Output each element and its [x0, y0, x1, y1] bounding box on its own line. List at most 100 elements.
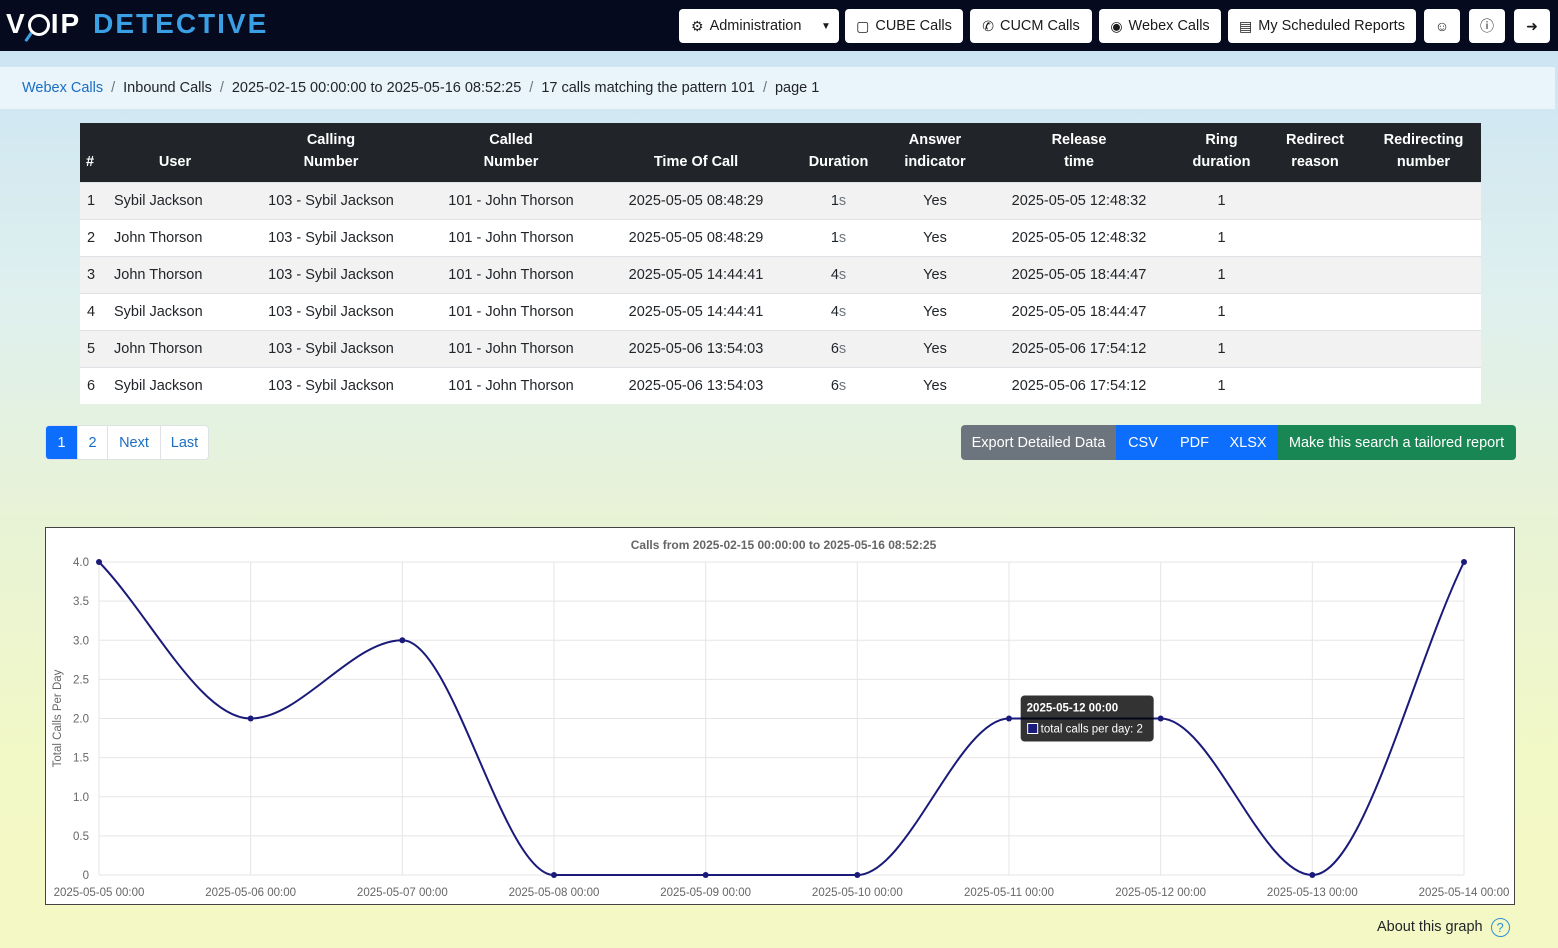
column-header-line2: User — [158, 153, 192, 170]
about-graph[interactable]: About this graph ? — [1377, 915, 1510, 939]
webex-calls-label: Webex Calls — [1128, 18, 1210, 34]
column-header-line2: time — [1064, 153, 1094, 170]
data-point[interactable] — [1309, 872, 1316, 878]
column-header-line1 — [86, 129, 104, 151]
redirect-reason-cell — [1264, 366, 1366, 404]
cube-calls-button[interactable]: ▢ CUBE Calls — [845, 9, 963, 43]
column-header-redirect-reason[interactable]: Redirect reason — [1264, 123, 1366, 182]
y-tick-label: 3.0 — [73, 635, 89, 647]
column-header-line2: indicator — [904, 153, 966, 170]
data-point[interactable] — [1461, 559, 1467, 565]
page-2-link[interactable]: 2 — [77, 426, 107, 459]
release-time-cell: 2025-05-05 12:48:32 — [979, 218, 1179, 256]
page-1-link[interactable]: 1 — [46, 426, 77, 459]
column-header-line2: # — [86, 153, 95, 170]
table-row[interactable]: 5 John Thorson 103 - Sybil Jackson 101 - Jo… — [80, 329, 1481, 367]
x-tick-label: 2025-05-11 00:00 — [964, 887, 1054, 899]
data-point[interactable] — [1157, 715, 1164, 722]
column-header-ring-duration[interactable]: Ring duration — [1179, 123, 1264, 182]
profile-button[interactable]: ☺ — [1424, 9, 1460, 43]
row-index: 1 — [80, 181, 104, 219]
duration-unit: s — [838, 303, 847, 320]
brand-logo-v: V — [6, 8, 27, 39]
calls-chart: Calls from 2025-02-15 00:00:00 to 2025-0… — [45, 527, 1515, 905]
calling-number-cell: 103 - Sybil Jackson — [246, 292, 416, 330]
help-circle-icon[interactable]: ? — [1490, 917, 1510, 937]
logout-icon: ➜ — [1526, 18, 1538, 34]
xlsx-button[interactable]: XLSX — [1219, 425, 1277, 460]
csv-button[interactable]: CSV — [1116, 425, 1170, 460]
data-point[interactable] — [96, 559, 102, 565]
administration-button[interactable]: ⚙ Administration ▼ — [679, 9, 839, 43]
table-row[interactable]: 6 Sybil Jackson 103 - Sybil Jackson 101 - J… — [80, 366, 1481, 404]
column-header-redirecting-number[interactable]: Redirecting number — [1366, 123, 1481, 182]
y-tick-label: 3.5 — [73, 596, 89, 608]
y-tick-label: 4.0 — [73, 557, 89, 569]
help-button[interactable]: ⓘ — [1469, 9, 1505, 43]
row-index: 5 — [80, 329, 104, 367]
duration-value: 4 — [830, 303, 839, 320]
breadcrumb-separator: / — [111, 80, 116, 96]
data-point[interactable] — [854, 872, 861, 878]
table-row[interactable]: 1 Sybil Jackson 103 - Sybil Jackson 101 - J… — [80, 181, 1481, 219]
breadcrumb-separator: / — [762, 80, 767, 96]
column-header-duration[interactable]: Duration — [786, 123, 891, 182]
tooltip-title: 2025-05-12 00:00 — [1027, 703, 1118, 715]
pdf-button[interactable]: PDF — [1170, 425, 1219, 460]
x-tick-label: 2025-05-09 00:00 — [660, 887, 751, 899]
next-page-link[interactable]: Next — [107, 426, 160, 459]
breadcrumb-separator: / — [219, 80, 224, 96]
column-header-release-time[interactable]: Release time — [979, 123, 1179, 182]
y-tick-label: 1.0 — [73, 792, 89, 804]
ring-duration-cell: 1 — [1179, 292, 1264, 330]
duration-unit: s — [838, 266, 847, 283]
table-row[interactable]: 4 Sybil Jackson 103 - Sybil Jackson 101 - J… — [80, 292, 1481, 330]
column-header-line1: Calling — [306, 131, 356, 148]
column-header-answer-indicator[interactable]: Answer indicator — [891, 123, 979, 182]
data-point[interactable] — [551, 872, 557, 878]
column-header-calling-number[interactable]: Calling Number — [246, 123, 416, 182]
redirecting-number-cell — [1366, 366, 1481, 404]
logout-button[interactable]: ➜ — [1514, 9, 1550, 43]
data-point[interactable] — [1006, 715, 1012, 722]
time-of-call-cell: 2025-05-05 14:44:41 — [606, 255, 786, 293]
row-index: 2 — [80, 218, 104, 256]
table-row[interactable]: 2 John Thorson 103 - Sybil Jackson 101 - Jo… — [80, 218, 1481, 256]
data-point[interactable] — [702, 872, 709, 878]
last-page-link[interactable]: Last — [160, 426, 208, 459]
calls-chart-svg: Calls from 2025-02-15 00:00:00 to 2025-0… — [52, 538, 1509, 899]
brand-logo[interactable]: V IP DETECTIVE — [6, 6, 268, 42]
column-header-line2: number — [1396, 153, 1451, 170]
duration-unit: s — [838, 340, 847, 357]
tailored-report-button[interactable]: Make this search a tailored report — [1277, 425, 1516, 460]
column-header-called-number[interactable]: Called Number — [416, 123, 606, 182]
gear-icon: ⚙ — [691, 18, 704, 34]
called-number-cell: 101 - John Thorson — [416, 366, 606, 404]
column-header-user[interactable]: User — [104, 123, 246, 182]
chevron-down-icon[interactable]: ▼ — [813, 9, 839, 43]
duration-value: 1 — [830, 192, 839, 209]
breadcrumb-webex-calls[interactable]: Webex Calls — [22, 80, 103, 96]
data-point[interactable] — [399, 637, 406, 644]
column-header-index[interactable]: # — [80, 123, 104, 182]
column-header-line1: Redirecting — [1383, 131, 1464, 148]
cucm-calls-button[interactable]: ✆ CUCM Calls — [970, 9, 1092, 43]
column-header-time-of-call[interactable]: Time Of Call — [606, 123, 786, 182]
webex-calls-button[interactable]: ◉ Webex Calls — [1099, 9, 1221, 43]
answer-indicator-cell: Yes — [891, 255, 979, 293]
magnifier-o-icon — [27, 14, 50, 36]
data-point[interactable] — [247, 715, 254, 722]
breadcrumb-date-range: 2025-02-15 00:00:00 to 2025-05-16 08:52:… — [231, 80, 522, 96]
time-of-call-cell: 2025-05-06 13:54:03 — [606, 329, 786, 367]
scheduled-reports-button[interactable]: ▤ My Scheduled Reports — [1228, 9, 1416, 43]
duration-unit: s — [838, 229, 847, 246]
user-cell: Sybil Jackson — [104, 366, 246, 404]
export-detailed-data-button[interactable]: Export Detailed Data — [961, 425, 1116, 460]
release-time-cell: 2025-05-05 12:48:32 — [979, 181, 1179, 219]
redirect-reason-cell — [1264, 218, 1366, 256]
called-number-cell: 101 - John Thorson — [416, 181, 606, 219]
answer-indicator-cell: Yes — [891, 218, 979, 256]
table-row[interactable]: 3 John Thorson 103 - Sybil Jackson 101 - Jo… — [80, 255, 1481, 293]
release-time-cell: 2025-05-06 17:54:12 — [979, 329, 1179, 367]
column-header-line1: Called — [489, 131, 533, 148]
